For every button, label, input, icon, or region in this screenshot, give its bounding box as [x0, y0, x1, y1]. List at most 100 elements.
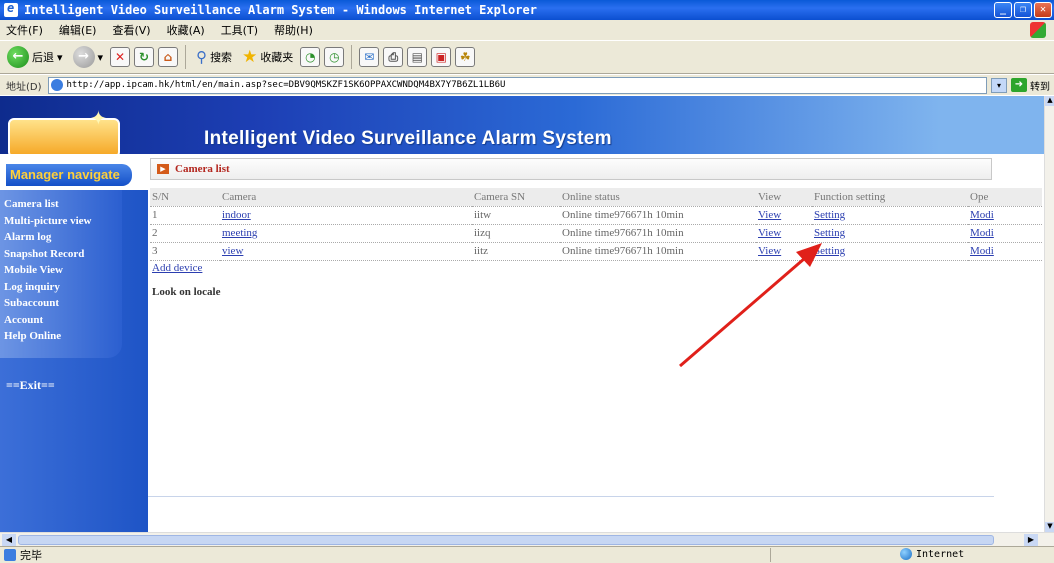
sidebar-item-account[interactable]: Account [4, 312, 122, 329]
vertical-scrollbar[interactable]: ▲ ▼ [1044, 96, 1054, 532]
scroll-up-icon[interactable]: ▲ [1045, 96, 1054, 106]
modify-link[interactable]: Modi [970, 227, 994, 239]
sidebar-item-subaccount[interactable]: Subaccount [4, 295, 122, 312]
col-header-operation: Ope [968, 188, 1042, 207]
menu-edit[interactable]: 编辑(E) [59, 22, 97, 38]
minimize-button[interactable]: _ [994, 2, 1012, 18]
menu-bar: 文件(F) 编辑(E) 查看(V) 收藏(A) 工具(T) 帮助(H) [0, 20, 1054, 40]
menu-tools[interactable]: 工具(T) [221, 22, 258, 38]
setting-link[interactable]: Setting [814, 227, 845, 239]
col-header-online-status: Online status [560, 188, 756, 207]
status-bar: 完毕 Internet [0, 546, 1054, 563]
table-row: 1 indoor iitw Online time976671h 10min V… [150, 206, 1042, 225]
back-arrow-icon: ← [7, 46, 29, 68]
status-panes [770, 548, 896, 562]
view-link[interactable]: View [758, 227, 781, 239]
refresh-icon[interactable]: ↻ [134, 47, 155, 67]
cell-camera-sn: iitw [472, 206, 560, 225]
cell-online-status: Online time976671h 10min [560, 242, 756, 261]
menu-file[interactable]: 文件(F) [6, 22, 43, 38]
scroll-left-icon[interactable]: ◀ [2, 534, 16, 546]
table-row: 3 view iitz Online time976671h 10min Vie… [150, 242, 1042, 261]
banner: ✦ Intelligent Video Surveillance Alarm S… [0, 96, 1044, 158]
forward-dropdown-icon[interactable]: ▾ [98, 51, 104, 64]
history-icon[interactable]: ◷ [324, 47, 345, 67]
toolbar-separator [185, 45, 187, 69]
add-device-link[interactable]: Add device [152, 262, 202, 274]
mail-icon[interactable]: ✉ [359, 47, 380, 67]
scroll-down-icon[interactable]: ▼ [1045, 522, 1054, 532]
stop-icon[interactable]: ✕ [110, 47, 131, 67]
cell-camera-sn: iizq [472, 224, 560, 243]
table-header-row: S/N Camera Camera SN Online status View … [150, 188, 1042, 207]
modify-link[interactable]: Modi [970, 209, 994, 221]
horizontal-scrollbar[interactable]: ◀ ▶ [0, 532, 1054, 546]
status-text: 完毕 [20, 549, 42, 562]
favorites-button[interactable]: ★ 收藏夹 [239, 43, 296, 71]
back-button[interactable]: ← 后退 ▾ [4, 43, 66, 71]
camera-table: S/N Camera Camera SN Online status View … [150, 188, 1042, 261]
cell-sn: 2 [150, 224, 220, 243]
sidebar-item-snapshot-record[interactable]: Snapshot Record [4, 246, 122, 263]
back-dropdown-icon[interactable]: ▾ [57, 51, 63, 64]
security-zone: Internet [900, 548, 964, 560]
sidebar-item-camera-list[interactable]: Camera list [4, 196, 122, 213]
maximize-button[interactable]: ❐ [1014, 2, 1032, 18]
sidebar-item-multi-picture-view[interactable]: Multi-picture view [4, 213, 122, 230]
close-button[interactable]: ✕ [1034, 2, 1052, 18]
star-icon: ★ [242, 47, 258, 67]
scroll-thumb[interactable] [18, 535, 994, 545]
sidebar-item-log-inquiry[interactable]: Log inquiry [4, 279, 122, 296]
address-dropdown-icon[interactable]: ▾ [991, 77, 1007, 93]
media-icon[interactable]: ◔ [300, 47, 321, 67]
sidebar-menu: Camera list Multi-picture view Alarm log… [0, 190, 122, 358]
camera-link[interactable]: meeting [222, 227, 257, 239]
page-content: ✦ Intelligent Video Surveillance Alarm S… [0, 96, 1044, 532]
view-link[interactable]: View [758, 209, 781, 221]
camera-link[interactable]: view [222, 245, 243, 257]
col-header-camera-sn: Camera SN [472, 188, 560, 207]
go-label: 转到 [1030, 81, 1050, 93]
window-titlebar: Intelligent Video Surveillance Alarm Sys… [0, 0, 1054, 20]
edit-icon[interactable]: ▤ [407, 47, 428, 67]
modify-link[interactable]: Modi [970, 245, 994, 257]
go-button[interactable]: ➜ 转到 [1011, 78, 1050, 93]
scroll-right-icon[interactable]: ▶ [1024, 534, 1038, 546]
globe-icon [900, 548, 912, 560]
setting-link[interactable]: Setting [814, 209, 845, 221]
exit-link[interactable]: ==Exit== [6, 378, 55, 393]
windows-logo-icon [1030, 22, 1046, 38]
home-icon[interactable]: ⌂ [158, 47, 179, 67]
address-url: http://app.ipcam.hk/html/en/main.asp?sec… [66, 80, 506, 90]
forward-arrow-icon: → [72, 46, 95, 68]
ie-icon [4, 1, 18, 17]
camera-link[interactable]: indoor [222, 209, 251, 221]
sidebar-item-help-online[interactable]: Help Online [4, 328, 122, 345]
discuss-icon[interactable]: ▣ [431, 47, 452, 67]
col-header-sn: S/N [150, 188, 220, 207]
browser-toolbar: ← 后退 ▾ → ▾ ✕ ↻ ⌂ ⚲ 搜索 ★ 收藏夹 ◔ ◷ ✉ ⎙ ▤ ▣ … [0, 40, 1054, 74]
divider [148, 496, 994, 497]
search-button[interactable]: ⚲ 搜索 [193, 43, 235, 71]
col-header-function-setting: Function setting [812, 188, 968, 207]
menu-view[interactable]: 查看(V) [112, 22, 150, 38]
search-icon: ⚲ [196, 48, 208, 66]
view-link[interactable]: View [758, 245, 781, 257]
setting-link[interactable]: Setting [814, 245, 845, 257]
address-input[interactable]: http://app.ipcam.hk/html/en/main.asp?sec… [47, 76, 987, 94]
table-row: 2 meeting iizq Online time976671h 10min … [150, 224, 1042, 243]
menu-favorites[interactable]: 收藏(A) [167, 22, 205, 38]
sidebar-item-alarm-log[interactable]: Alarm log [4, 229, 122, 246]
main-panel: ▶ Camera list S/N Camera Camera SN Onlin… [148, 154, 1044, 532]
search-label: 搜索 [210, 51, 233, 64]
page-icon [50, 79, 63, 91]
favorites-label: 收藏夹 [260, 51, 294, 64]
print-icon[interactable]: ⎙ [383, 47, 404, 67]
address-bar: 地址(D) http://app.ipcam.hk/html/en/main.a… [0, 75, 1054, 95]
sidebar-item-mobile-view[interactable]: Mobile View [4, 262, 122, 279]
forward-button[interactable]: → ▾ [70, 43, 107, 71]
menu-help[interactable]: 帮助(H) [274, 22, 313, 38]
cell-sn: 1 [150, 206, 220, 225]
messenger-icon[interactable]: ☘ [455, 47, 476, 67]
sidebar: Manager navigate Camera list Multi-pictu… [0, 154, 148, 532]
